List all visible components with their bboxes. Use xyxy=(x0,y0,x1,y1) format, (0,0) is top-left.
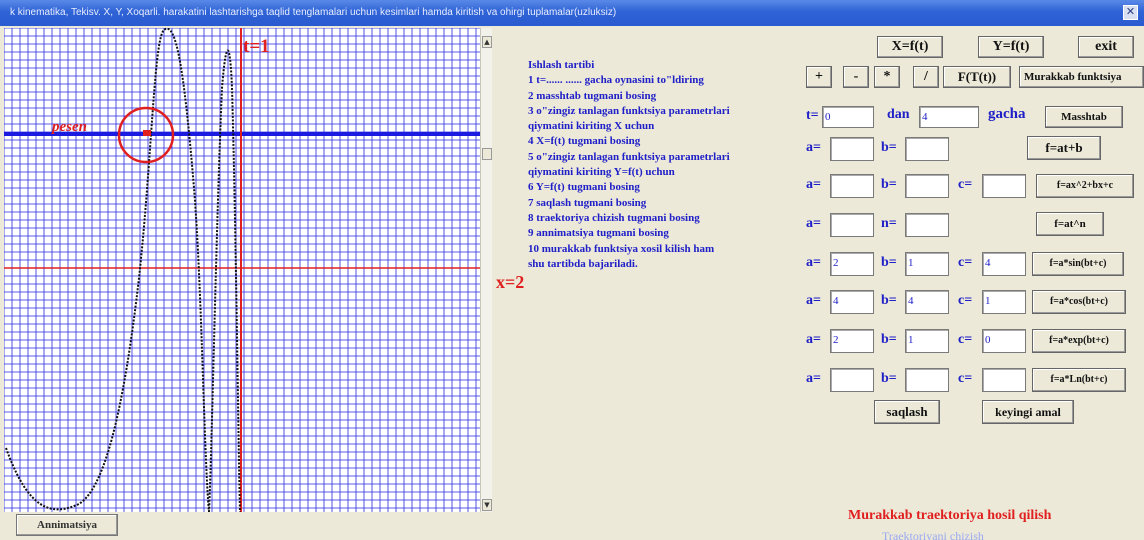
app-window: k kinematika, Tekisv. X, Y, Xoqarli. har… xyxy=(0,0,1144,540)
keyingi-amal-button[interactable]: keyingi amal xyxy=(982,400,1074,424)
masshtab-button[interactable]: Masshtab xyxy=(1045,106,1123,128)
annimatsiya-button[interactable]: Annimatsiya xyxy=(16,514,118,536)
pow-a-input[interactable] xyxy=(830,213,874,237)
param-a-label: a= xyxy=(806,293,821,308)
vertical-scrollbar[interactable]: ▲ ▼ xyxy=(480,28,492,512)
saqlash-button[interactable]: saqlash xyxy=(874,400,940,424)
f-quadratic-button[interactable]: f=ax^2+bx+c xyxy=(1036,174,1134,198)
instruction-line: 7 saqlash tugmani bosing xyxy=(528,196,647,209)
reken-point xyxy=(143,130,151,136)
param-b-label: b= xyxy=(881,293,897,308)
instructions-panel: Ishlash tartibi 1 t=...... ...... gacha … xyxy=(528,58,798,272)
ln-a-input[interactable] xyxy=(830,368,874,392)
param-b-label: b= xyxy=(881,332,897,347)
t-label: t= xyxy=(806,108,819,123)
param-b-label: b= xyxy=(881,177,897,192)
plot-area[interactable]: pesen t=1 xyxy=(4,28,480,512)
param-a-label: a= xyxy=(806,177,821,192)
param-a-label: a= xyxy=(806,216,821,231)
param-c-label: c= xyxy=(958,177,973,192)
gacha-label: gacha xyxy=(988,106,1026,122)
instruction-line: 9 annimatsiya tugmani bosing xyxy=(528,227,669,240)
param-c-label: c= xyxy=(958,293,973,308)
x-value-label: x=2 xyxy=(496,272,525,292)
t-start-input[interactable]: 0 xyxy=(822,106,874,128)
multiply-button[interactable]: * xyxy=(874,66,900,88)
reken-label: pesen xyxy=(50,119,87,135)
title-bar: k kinematika, Tekisv. X, Y, Xoqarli. har… xyxy=(0,0,1144,26)
ln-c-input[interactable] xyxy=(982,368,1026,392)
quad-a-input[interactable] xyxy=(830,174,874,198)
f-power-button[interactable]: f=at^n xyxy=(1036,212,1104,236)
param-b-label: b= xyxy=(881,255,897,270)
instruction-line: 4 X=f(t) tugmani bosing xyxy=(528,135,641,148)
quad-c-input[interactable] xyxy=(982,174,1026,198)
param-a-label: a= xyxy=(806,255,821,270)
instruction-line: qiymatini kiriting X uchun xyxy=(528,120,655,133)
sin-b-input[interactable]: 1 xyxy=(905,252,949,276)
param-b-label: b= xyxy=(881,371,897,386)
instruction-line: qiymatini kiriting Y=f(t) uchun xyxy=(528,166,675,179)
scroll-up-icon[interactable]: ▲ xyxy=(482,36,492,48)
trajectory-curve xyxy=(5,28,241,512)
cos-c-input[interactable]: 1 xyxy=(982,290,1026,314)
t-end-input[interactable]: 4 xyxy=(919,106,979,128)
quad-b-input[interactable] xyxy=(905,174,949,198)
instruction-line: 5 o"zingiz tanlagan funktsiya parametrla… xyxy=(528,150,730,163)
instruction-line: 3 o"zingiz tanlagan funktsiya parametrla… xyxy=(528,104,730,117)
ln-b-input[interactable] xyxy=(905,368,949,392)
sin-c-input[interactable]: 4 xyxy=(982,252,1026,276)
cos-a-input[interactable]: 4 xyxy=(830,290,874,314)
instruction-line: shu tartibda bajariladi. xyxy=(528,257,638,270)
murakkab-traektoriya-label: Murakkab traektoriya hosil qilish xyxy=(848,508,1052,523)
t-value-label: t=1 xyxy=(243,36,270,57)
param-a-label: a= xyxy=(806,332,821,347)
instructions-title: Ishlash tartibi xyxy=(528,59,595,71)
param-c-label: c= xyxy=(958,371,973,386)
trajectory-plot: pesen t=1 xyxy=(4,28,480,512)
instruction-line: 2 masshtab tugmani bosing xyxy=(528,89,657,102)
linear-b-input[interactable] xyxy=(905,137,949,161)
instruction-line: 6 Y=f(t) tugmani bosing xyxy=(528,181,640,194)
sin-a-input[interactable]: 2 xyxy=(830,252,874,276)
param-b-label: b= xyxy=(881,140,897,155)
param-c-label: c= xyxy=(958,255,973,270)
scroll-down-icon[interactable]: ▼ xyxy=(482,499,492,511)
exp-a-input[interactable]: 2 xyxy=(830,329,874,353)
f-exp-button[interactable]: f=a*exp(bt+c) xyxy=(1032,329,1126,353)
scroll-thumb[interactable] xyxy=(482,148,492,160)
exp-b-input[interactable]: 1 xyxy=(905,329,949,353)
instruction-line: 10 murakkab funktsiya xosil kilish ham xyxy=(528,242,715,255)
cos-b-input[interactable]: 4 xyxy=(905,290,949,314)
param-n-label: n= xyxy=(881,216,897,231)
x-ft-button[interactable]: X=f(t) xyxy=(877,36,943,58)
exit-button[interactable]: exit xyxy=(1078,36,1134,58)
pow-n-input[interactable] xyxy=(905,213,949,237)
param-a-label: a= xyxy=(806,140,821,155)
plus-button[interactable]: + xyxy=(806,66,832,88)
divide-button[interactable]: / xyxy=(913,66,939,88)
f-sin-button[interactable]: f=a*sin(bt+c) xyxy=(1032,252,1124,276)
f-linear-button[interactable]: f=at+b xyxy=(1027,136,1101,160)
instruction-line: 1 t=...... ...... gacha oynasini to"ldir… xyxy=(528,74,704,87)
f-ln-button[interactable]: f=a*Ln(bt+c) xyxy=(1032,368,1126,392)
window-title: k kinematika, Tekisv. X, Y, Xoqarli. har… xyxy=(10,7,617,18)
param-c-label: c= xyxy=(958,332,973,347)
traektoriya-chizish-label[interactable]: Traektoriyani chizish xyxy=(882,529,984,540)
f-cos-button[interactable]: f=a*cos(bt+c) xyxy=(1032,290,1126,314)
minus-button[interactable]: - xyxy=(843,66,869,88)
y-ft-button[interactable]: Y=f(t) xyxy=(978,36,1044,58)
linear-a-input[interactable] xyxy=(830,137,874,161)
dan-label: dan xyxy=(887,107,910,122)
instruction-line: 8 traektoriya chizish tugmani bosing xyxy=(528,211,700,224)
exp-c-input[interactable]: 0 xyxy=(982,329,1026,353)
close-icon[interactable]: ✕ xyxy=(1123,5,1138,20)
param-a-label: a= xyxy=(806,371,821,386)
murakkab-funktsiya-button[interactable]: Murakkab funktsiya xyxy=(1019,66,1144,88)
composite-function-button[interactable]: F(T(t)) xyxy=(943,66,1011,88)
